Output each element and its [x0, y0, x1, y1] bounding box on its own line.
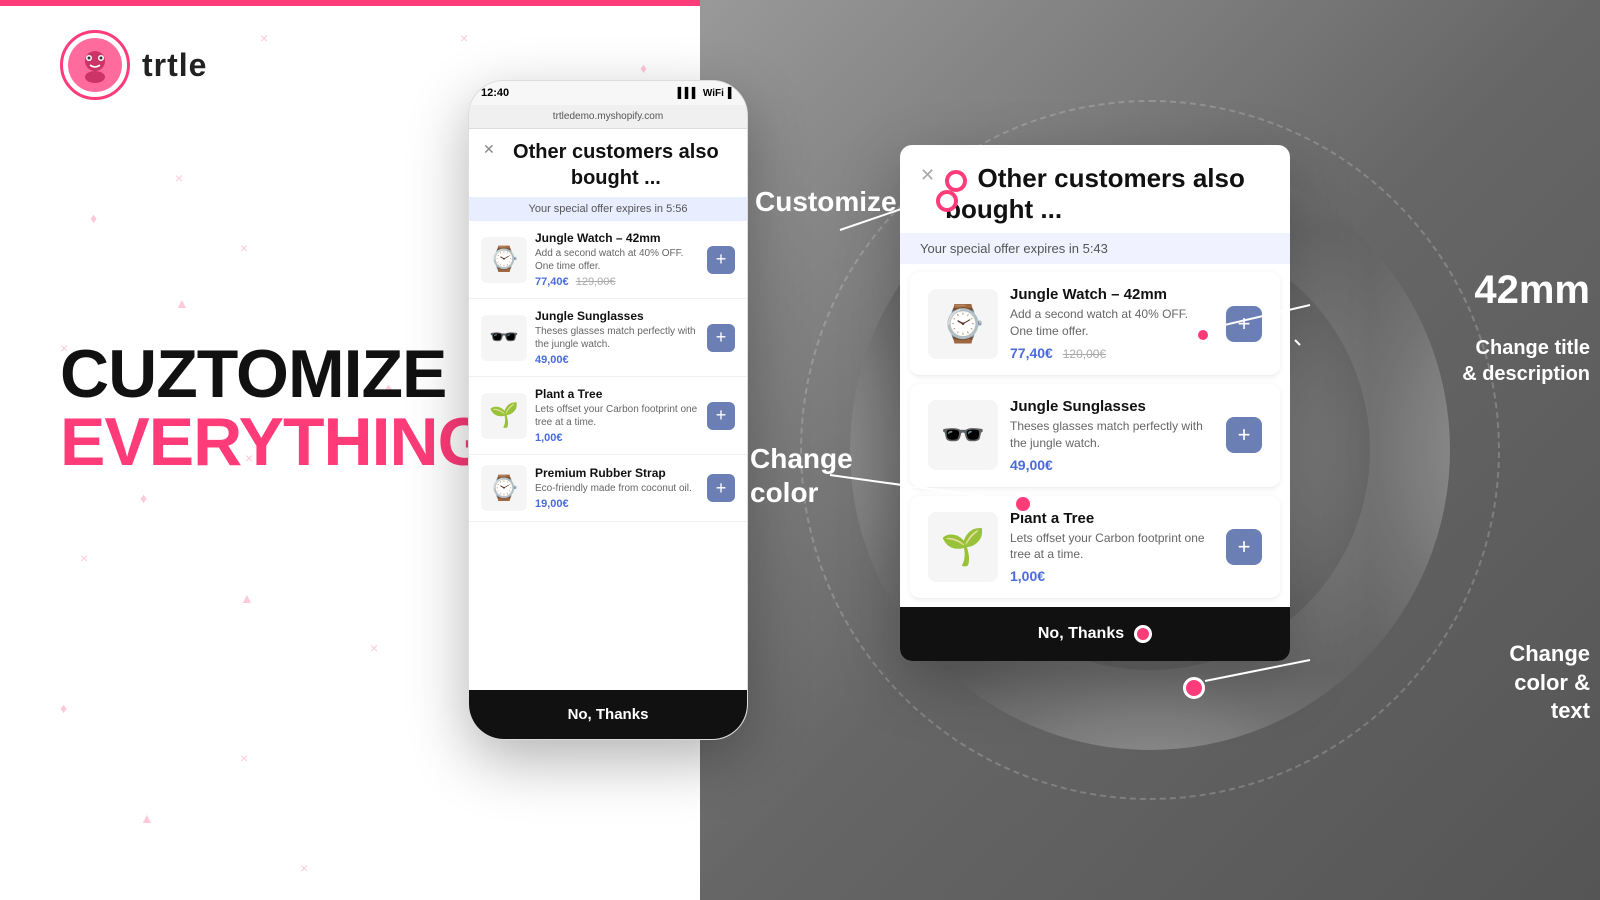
phone-product-item: ⌚ Jungle Watch – 42mm Add a second watch…: [469, 221, 747, 299]
phone-product-item: ⌚ Premium Rubber Strap Eco-friendly made…: [469, 455, 747, 522]
desktop-no-thanks-label: No, Thanks: [1038, 625, 1124, 643]
phone-offer-bar: Your special offer expires in 5:56: [469, 197, 747, 221]
size-42mm-annotation: 42mm: [1474, 268, 1590, 313]
phone-product-image: 🌱: [481, 393, 527, 439]
phone-add-button[interactable]: +: [707, 402, 735, 430]
desktop-product-desc: Add a second watch at 40% OFF. One time …: [1010, 306, 1214, 340]
phone-product-info: Jungle Watch – 42mm Add a second watch a…: [535, 231, 699, 288]
desktop-offer-text: Your special offer expires in 5:43: [920, 241, 1108, 256]
wifi-icon: WiFi: [703, 88, 724, 99]
desktop-close-button[interactable]: ✕: [920, 165, 935, 186]
phone-product-desc: Theses glasses match perfectly with the …: [535, 325, 699, 351]
phone-mockup: 12:40 ▌▌▌ WiFi ▌ trtledemo.myshopify.com…: [468, 80, 748, 740]
heading-customize: CUZTOMIZE: [60, 340, 490, 408]
phone-url: trtledemo.myshopify.com: [553, 111, 663, 122]
annotation-dot-title: [936, 190, 958, 212]
phone-url-bar: trtledemo.myshopify.com: [469, 105, 747, 129]
desktop-product-image: 🕶️: [928, 400, 998, 470]
desktop-add-button[interactable]: +: [1226, 306, 1262, 342]
phone-offer-text: Your special offer expires in 5:56: [529, 203, 688, 215]
desktop-product-desc: Lets offset your Carbon footprint one tr…: [1010, 530, 1214, 564]
phone-product-list: ⌚ Jungle Watch – 42mm Add a second watch…: [469, 221, 747, 522]
phone-modal-header: ✕ Other customers also bought ...: [469, 129, 747, 197]
main-heading-area: CUZTOMIZE EVERYTHING: [60, 340, 490, 476]
phone-product-info: Plant a Tree Lets offset your Carbon foo…: [535, 387, 699, 444]
heading-everything: EVERYTHING: [60, 408, 490, 476]
desktop-modal-title: Other customers also bought ...: [945, 163, 1245, 224]
phone-close-button[interactable]: ✕: [483, 141, 495, 158]
logo-area: trtle: [60, 30, 207, 100]
phone-status-bar: 12:40 ▌▌▌ WiFi ▌: [469, 81, 747, 105]
desktop-product-item: ⌚ Jungle Watch – 42mm Add a second watch…: [910, 272, 1280, 376]
phone-product-price: 77,40€ 129,00€: [535, 276, 699, 288]
desktop-product-price: 77,40€ 120,00€: [1010, 345, 1214, 361]
phone-product-image: ⌚: [481, 237, 527, 283]
desktop-product-name: Jungle Sunglasses: [1010, 398, 1214, 415]
desktop-product-name: Jungle Watch – 42mm: [1010, 286, 1214, 303]
change-title-annotation: Change title& description: [1462, 335, 1590, 387]
change-color-annotation: Changecolor: [750, 442, 853, 509]
phone-product-item: 🌱 Plant a Tree Lets offset your Carbon f…: [469, 377, 747, 455]
phone-modal-title: Other customers also bought ...: [499, 139, 733, 191]
phone-add-button[interactable]: +: [707, 324, 735, 352]
phone-add-button[interactable]: +: [707, 246, 735, 274]
phone-modal: ✕ Other customers also bought ... Your s…: [469, 129, 747, 740]
desktop-product-old-price: 120,00€: [1063, 347, 1106, 361]
desktop-product-list: ⌚ Jungle Watch – 42mm Add a second watch…: [900, 264, 1290, 607]
phone-product-price: 1,00€: [535, 432, 699, 444]
signal-icon: ▌▌▌: [678, 88, 699, 99]
annotation-dot-color: [1012, 493, 1034, 515]
logo-text: trtle: [142, 47, 207, 84]
desktop-product-info: Jungle Watch – 42mm Add a second watch a…: [1010, 286, 1214, 361]
logo-icon: [73, 43, 117, 87]
logo-avatar: [60, 30, 130, 100]
desktop-product-name: Plant a Tree: [1010, 510, 1214, 527]
desktop-add-button[interactable]: +: [1226, 417, 1262, 453]
desktop-add-button[interactable]: +: [1226, 529, 1262, 565]
phone-product-item: 🕶️ Jungle Sunglasses Theses glasses matc…: [469, 299, 747, 377]
desktop-modal-header: ✕ Other customers also bought ...: [900, 145, 1290, 233]
desktop-product-price: 1,00€: [1010, 568, 1214, 584]
phone-signal: ▌▌▌ WiFi ▌: [678, 88, 735, 99]
phone-product-name: Jungle Sunglasses: [535, 309, 699, 323]
phone-product-old-price: 129,00€: [576, 276, 616, 288]
annotation-dot-no-thanks: [1183, 677, 1205, 699]
battery-icon: ▌: [728, 88, 735, 99]
logo-avatar-inner: [68, 38, 122, 92]
phone-product-desc: Eco-friendly made from coconut oil.: [535, 482, 699, 495]
desktop-product-info: Plant a Tree Lets offset your Carbon foo…: [1010, 510, 1214, 585]
phone-add-button[interactable]: +: [707, 474, 735, 502]
desktop-product-price: 49,00€: [1010, 457, 1214, 473]
desktop-product-info: Jungle Sunglasses Theses glasses match p…: [1010, 398, 1214, 473]
phone-product-price: 49,00€: [535, 354, 699, 366]
phone-time: 12:40: [481, 87, 509, 99]
phone-product-name: Plant a Tree: [535, 387, 699, 401]
desktop-no-thanks-button[interactable]: No, Thanks: [900, 607, 1290, 661]
phone-product-desc: Add a second watch at 40% OFF. One time …: [535, 247, 699, 273]
phone-product-info: Premium Rubber Strap Eco-friendly made f…: [535, 466, 699, 510]
desktop-modal: ✕ Other customers also bought ... Your s…: [900, 145, 1290, 661]
phone-product-image: 🕶️: [481, 315, 527, 361]
phone-product-name: Jungle Watch – 42mm: [535, 231, 699, 245]
desktop-product-desc: Theses glasses match perfectly with the …: [1010, 418, 1214, 452]
desktop-no-thanks-dot: [1134, 625, 1152, 643]
phone-product-name: Premium Rubber Strap: [535, 466, 699, 480]
desktop-product-item: 🕶️ Jungle Sunglasses Theses glasses matc…: [910, 384, 1280, 488]
desktop-product-image: 🌱: [928, 512, 998, 582]
phone-product-price: 19,00€: [535, 498, 699, 510]
desktop-offer-bar: Your special offer expires in 5:43: [900, 233, 1290, 264]
change-color-text-annotation: Changecolor &text: [1509, 640, 1590, 726]
annotation-dot-product: [1195, 327, 1211, 343]
phone-no-thanks-button[interactable]: No, Thanks: [469, 690, 747, 739]
phone-product-image: ⌚: [481, 465, 527, 511]
phone-product-desc: Lets offset your Carbon footprint one tr…: [535, 403, 699, 429]
desktop-product-image: ⌚: [928, 289, 998, 359]
desktop-product-item: 🌱 Plant a Tree Lets offset your Carbon f…: [910, 496, 1280, 600]
customize-title-annotation: Customize title: [755, 185, 954, 219]
phone-product-info: Jungle Sunglasses Theses glasses match p…: [535, 309, 699, 366]
